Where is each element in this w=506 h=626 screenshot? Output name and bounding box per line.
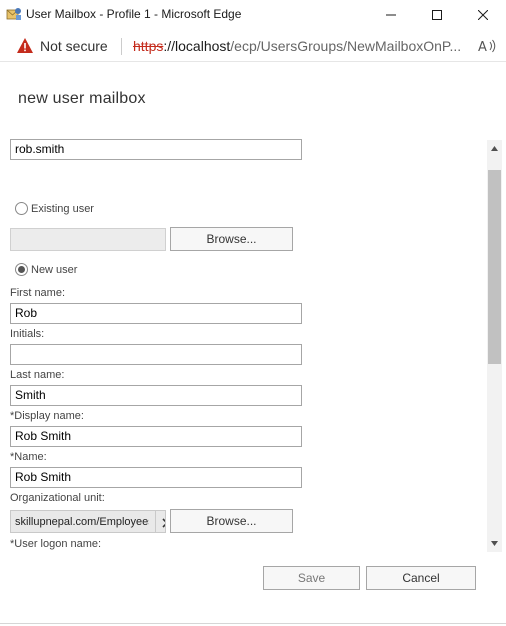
organizational-unit-field[interactable]: skillupnepal.com/Employees — [10, 510, 166, 533]
close-button[interactable] — [460, 0, 506, 30]
read-aloud-icon[interactable]: A — [477, 37, 497, 55]
arrow-up-icon — [491, 146, 498, 151]
last-name-field[interactable]: Smith — [10, 385, 302, 406]
existing-user-label[interactable]: Existing user — [31, 203, 94, 215]
name-label: *Name: — [10, 451, 47, 463]
address-separator — [121, 38, 122, 55]
close-icon — [161, 517, 165, 528]
arrow-down-icon — [491, 541, 498, 546]
alias-field[interactable]: rob.smith — [10, 139, 302, 160]
mailbox-app-icon — [6, 8, 21, 20]
last-name-label: Last name: — [10, 369, 65, 381]
first-name-field[interactable]: Rob — [10, 303, 302, 324]
svg-text:A: A — [478, 40, 487, 55]
initials-field[interactable] — [10, 344, 302, 365]
organizational-unit-browse-button[interactable]: Browse... — [170, 509, 293, 533]
display-name-label: *Display name: — [10, 410, 84, 422]
name-field[interactable]: Rob Smith — [10, 467, 302, 488]
remove-ou-button[interactable] — [155, 511, 165, 532]
existing-user-field — [10, 228, 166, 251]
maximize-icon — [432, 10, 442, 20]
form-content: rob.smith Existing user Browse... New us… — [0, 128, 487, 553]
url-path: /ecp/UsersGroups/NewMailboxOnP... — [230, 38, 462, 54]
minimize-icon — [386, 14, 396, 16]
existing-user-radio[interactable] — [15, 202, 28, 215]
new-user-radio[interactable] — [15, 263, 28, 276]
warning-icon[interactable] — [16, 37, 34, 54]
display-name-field[interactable]: Rob Smith — [10, 426, 302, 447]
save-button[interactable]: Save — [263, 566, 360, 590]
window-title: User Mailbox - Profile 1 - Microsoft Edg… — [26, 7, 242, 21]
security-status[interactable]: Not secure — [40, 38, 108, 54]
bottom-divider — [0, 623, 506, 624]
url-scheme: https — [133, 38, 164, 54]
page-title: new user mailbox — [18, 90, 146, 107]
minimize-button[interactable] — [368, 0, 414, 30]
organizational-unit-value: skillupnepal.com/Employees — [15, 516, 149, 528]
existing-user-browse-button[interactable]: Browse... — [170, 227, 293, 251]
close-icon — [478, 10, 488, 20]
scroll-thumb[interactable] — [488, 170, 501, 364]
organizational-unit-label: Organizational unit: — [10, 492, 105, 504]
url-field[interactable]: https://localhost/ecp/UsersGroups/NewMai… — [133, 38, 471, 54]
vertical-scrollbar[interactable] — [487, 140, 502, 552]
scroll-up-button[interactable] — [487, 140, 502, 157]
initials-label: Initials: — [10, 328, 45, 340]
cancel-button[interactable]: Cancel — [366, 566, 476, 590]
new-user-label[interactable]: New user — [31, 264, 77, 276]
first-name-label: First name: — [10, 287, 66, 299]
url-host: ://localhost — [163, 38, 231, 54]
user-logon-name-label: *User logon name: — [10, 538, 102, 550]
maximize-button[interactable] — [414, 0, 460, 30]
address-bar[interactable]: Not secure https://localhost/ecp/UsersGr… — [0, 30, 506, 62]
scroll-down-button[interactable] — [487, 535, 502, 552]
window-title-bar: User Mailbox - Profile 1 - Microsoft Edg… — [0, 0, 506, 30]
